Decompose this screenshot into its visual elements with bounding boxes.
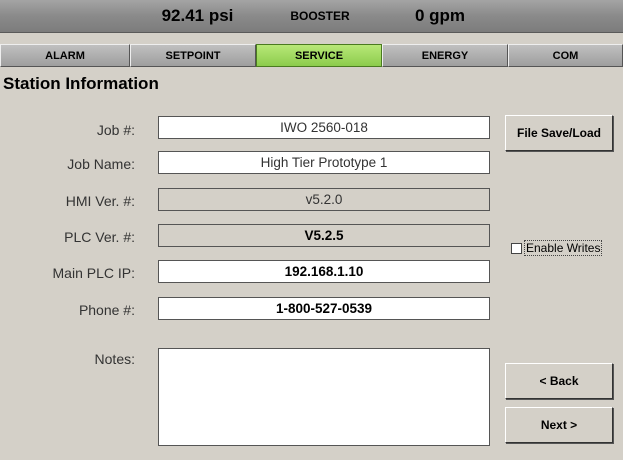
- enable-writes-label: Enable Writes: [524, 240, 603, 256]
- tab-energy[interactable]: ENERGY: [382, 44, 508, 67]
- next-button[interactable]: Next >: [505, 407, 613, 443]
- file-save-load-button[interactable]: File Save/Load: [505, 115, 613, 151]
- main-plc-ip-field[interactable]: 192.168.1.10: [158, 260, 490, 283]
- flow-readout: 0 gpm: [414, 6, 466, 25]
- status-bar: 92.41 psi BOOSTER 0 gpm: [0, 0, 623, 33]
- mode-readout: BOOSTER: [290, 9, 350, 23]
- page-title: Station Information: [3, 74, 159, 93]
- notes-label: Notes:: [94, 351, 135, 367]
- job-number-field[interactable]: IWO 2560-018: [158, 116, 490, 139]
- back-button[interactable]: < Back: [505, 363, 613, 399]
- hmi-version-label: HMI Ver. #:: [65, 193, 135, 209]
- tab-com[interactable]: COM: [508, 44, 623, 67]
- tab-bar: ALARM SETPOINT SERVICE ENERGY COM: [0, 44, 623, 69]
- phone-field[interactable]: 1-800-527-0539: [158, 297, 490, 320]
- plc-version-field: V5.2.5: [158, 224, 490, 247]
- notes-field[interactable]: [158, 348, 490, 446]
- main-plc-ip-label: Main PLC IP:: [52, 265, 135, 281]
- tab-service[interactable]: SERVICE: [256, 44, 382, 67]
- job-number-label: Job #:: [96, 122, 135, 138]
- plc-version-label: PLC Ver. #:: [64, 229, 135, 245]
- pressure-readout: 92.41 psi: [161, 6, 234, 25]
- tab-alarm[interactable]: ALARM: [0, 44, 130, 67]
- enable-writes-checkbox[interactable]: [511, 242, 522, 254]
- enable-writes-toggle[interactable]: Enable Writes: [511, 240, 603, 256]
- phone-label: Phone #:: [78, 302, 135, 318]
- job-name-field[interactable]: High Tier Prototype 1: [158, 151, 490, 174]
- job-name-label: Job Name:: [67, 156, 135, 172]
- hmi-version-field: v5.2.0: [158, 188, 490, 211]
- tab-setpoint[interactable]: SETPOINT: [130, 44, 256, 67]
